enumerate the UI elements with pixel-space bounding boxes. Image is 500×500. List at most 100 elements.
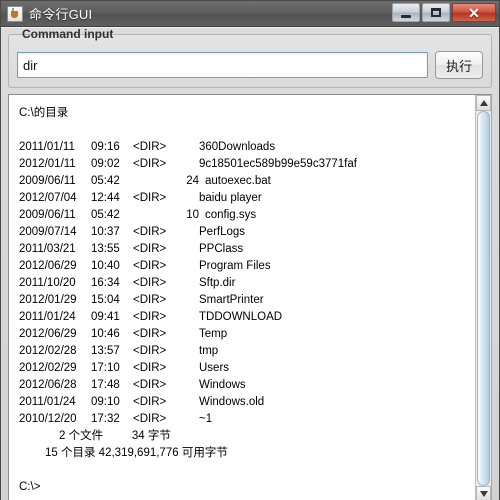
directory-entry-list: 2011/01/11 09:16 <DIR> 360Downloads 2012/01/… xyxy=(19,139,469,428)
entry-time: 09:10 xyxy=(91,396,120,408)
console-spacer xyxy=(19,122,469,139)
minimize-button[interactable] xyxy=(392,3,420,22)
entry-time: 13:57 xyxy=(91,345,120,357)
entry-dir-tag: <DIR> xyxy=(133,379,167,391)
entry-date: 2009/06/11 xyxy=(19,175,76,187)
entry-time: 17:48 xyxy=(91,379,120,391)
command-input-field[interactable] xyxy=(17,52,428,78)
entry-time: 09:02 xyxy=(91,158,120,170)
entry-time: 13:55 xyxy=(91,243,120,255)
entry-date: 2012/06/29 xyxy=(19,328,77,340)
summary-dirs-line: 15 个目录 42,319,691,776 可用字节 xyxy=(19,445,469,462)
entry-name: Users xyxy=(199,362,230,374)
entry-dir-tag: <DIR> xyxy=(133,311,167,323)
entry-date: 2011/03/21 xyxy=(19,243,76,255)
entry-dir-tag: <DIR> xyxy=(133,396,167,408)
entry-time: 15:04 xyxy=(91,294,120,306)
entry-name: Windows.old xyxy=(199,396,265,408)
directory-entry-row: 2011/01/11 09:16 <DIR> 360Downloads xyxy=(19,139,469,156)
entry-time: 05:42 xyxy=(91,175,120,187)
directory-entry-row: 2012/07/04 12:44 <DIR> baidu player xyxy=(19,190,469,207)
entry-dir-tag: <DIR> xyxy=(133,328,167,340)
entry-time: 17:10 xyxy=(91,362,120,374)
directory-entry-row: 2012/01/29 15:04 <DIR> SmartPrinter xyxy=(19,292,469,309)
close-button[interactable]: ✕ xyxy=(452,3,496,22)
directory-entry-row: 2012/06/29 10:46 <DIR> Temp xyxy=(19,326,469,343)
output-console-text[interactable]: C:\的目录 2011/01/11 09:16 <DIR> 360Downloads 2… xyxy=(9,95,475,500)
entry-date: 2012/06/28 xyxy=(19,379,77,391)
entry-size: 10 xyxy=(186,209,199,221)
directory-entry-row: 2009/06/11 05:42 10 config.sys xyxy=(19,207,469,224)
scroll-down-icon xyxy=(479,491,488,497)
entry-time: 16:34 xyxy=(91,277,120,289)
entry-dir-tag: <DIR> xyxy=(133,345,167,357)
console-spacer-2 xyxy=(19,462,469,479)
entry-time: 17:32 xyxy=(91,413,120,425)
entry-date: 2012/02/28 xyxy=(19,345,77,357)
command-input-panel: Command input 执行 xyxy=(8,27,492,88)
entry-date: 2011/01/24 xyxy=(19,311,76,323)
entry-time: 09:41 xyxy=(91,311,120,323)
directory-entry-row: 2012/06/28 17:48 <DIR> Windows xyxy=(19,377,469,394)
entry-name: Temp xyxy=(199,328,228,340)
command-input-panel-title: Command input xyxy=(22,27,114,41)
entry-dir-tag: <DIR> xyxy=(133,362,167,374)
entry-time: 10:46 xyxy=(91,328,120,340)
scrollbar-track[interactable] xyxy=(476,111,491,486)
scrollbar-thumb[interactable] xyxy=(477,111,490,486)
entry-date: 2012/06/29 xyxy=(19,260,77,272)
java-coffee-cup-icon xyxy=(7,5,23,22)
scroll-down-button[interactable] xyxy=(476,486,491,500)
entry-date: 2011/01/24 xyxy=(19,396,76,408)
entry-name: baidu player xyxy=(199,192,262,204)
entry-dir-tag: <DIR> xyxy=(133,243,167,255)
summary-files-line: 2 个文件 34 字节 xyxy=(19,428,469,445)
scroll-up-icon xyxy=(479,100,488,106)
entry-date: 2012/01/11 xyxy=(19,158,76,170)
command-input-row: 执行 xyxy=(17,51,483,79)
entry-date: 2012/07/04 xyxy=(19,192,77,204)
content-area: Command input 执行 C:\的目录 2011/01/11 09:16 <… xyxy=(1,27,499,500)
entry-dir-tag: <DIR> xyxy=(133,141,167,153)
entry-date: 2010/12/20 xyxy=(19,413,77,425)
entry-time: 12:44 xyxy=(91,192,120,204)
entry-date: 2011/01/11 xyxy=(19,141,75,153)
entry-date: 2011/10/20 xyxy=(19,277,76,289)
entry-name: autoexec.bat xyxy=(205,175,271,187)
entry-dir-tag: <DIR> xyxy=(133,192,167,204)
entry-date: 2012/01/29 xyxy=(19,294,77,306)
directory-entry-row: 2011/01/24 09:10 <DIR> Windows.old xyxy=(19,394,469,411)
execute-button[interactable]: 执行 xyxy=(435,51,483,79)
title-bar: 命令行GUI ✕ xyxy=(1,1,499,27)
entry-name: Windows xyxy=(199,379,246,391)
entry-size: 24 xyxy=(186,175,199,187)
entry-date: 2009/07/14 xyxy=(19,226,77,238)
entry-dir-tag: <DIR> xyxy=(133,260,167,272)
window-title: 命令行GUI xyxy=(29,7,93,22)
entry-time: 09:16 xyxy=(91,141,120,153)
maximize-icon xyxy=(431,8,441,17)
directory-entry-row: 2011/03/21 13:55 <DIR> PPClass xyxy=(19,241,469,258)
entry-date: 2009/06/11 xyxy=(19,209,76,221)
summary-dirs-text: 15 个目录 42,319,691,776 可用字节 xyxy=(45,447,228,459)
directory-entry-row: 2012/02/29 17:10 <DIR> Users xyxy=(19,360,469,377)
entry-time: 05:42 xyxy=(91,209,120,221)
console-vertical-scrollbar[interactable] xyxy=(475,95,491,500)
close-icon: ✕ xyxy=(468,4,480,21)
console-prompt: C:\> xyxy=(19,481,41,493)
directory-entry-row: 2009/07/14 10:37 <DIR> PerfLogs xyxy=(19,224,469,241)
entry-name: PPClass xyxy=(199,243,244,255)
entry-name: ~1 xyxy=(199,413,213,425)
entry-name: 9c18501ec589b99e59c3771faf xyxy=(199,158,357,170)
summary-files-text: 2 个文件 34 字节 xyxy=(59,430,171,442)
entry-time: 10:40 xyxy=(91,260,120,272)
maximize-button[interactable] xyxy=(422,3,450,22)
entry-name: tmp xyxy=(199,345,219,357)
entry-name: TDDOWNLOAD xyxy=(199,311,283,323)
application-window: 命令行GUI ✕ Command input 执行 C:\的目录 xyxy=(0,0,500,500)
directory-entry-row: 2011/01/24 09:41 <DIR> TDDOWNLOAD xyxy=(19,309,469,326)
minimize-icon xyxy=(401,14,411,18)
scroll-up-button[interactable] xyxy=(476,95,491,111)
window-controls: ✕ xyxy=(392,3,496,22)
directory-entry-row: 2012/06/29 10:40 <DIR> Program Files xyxy=(19,258,469,275)
